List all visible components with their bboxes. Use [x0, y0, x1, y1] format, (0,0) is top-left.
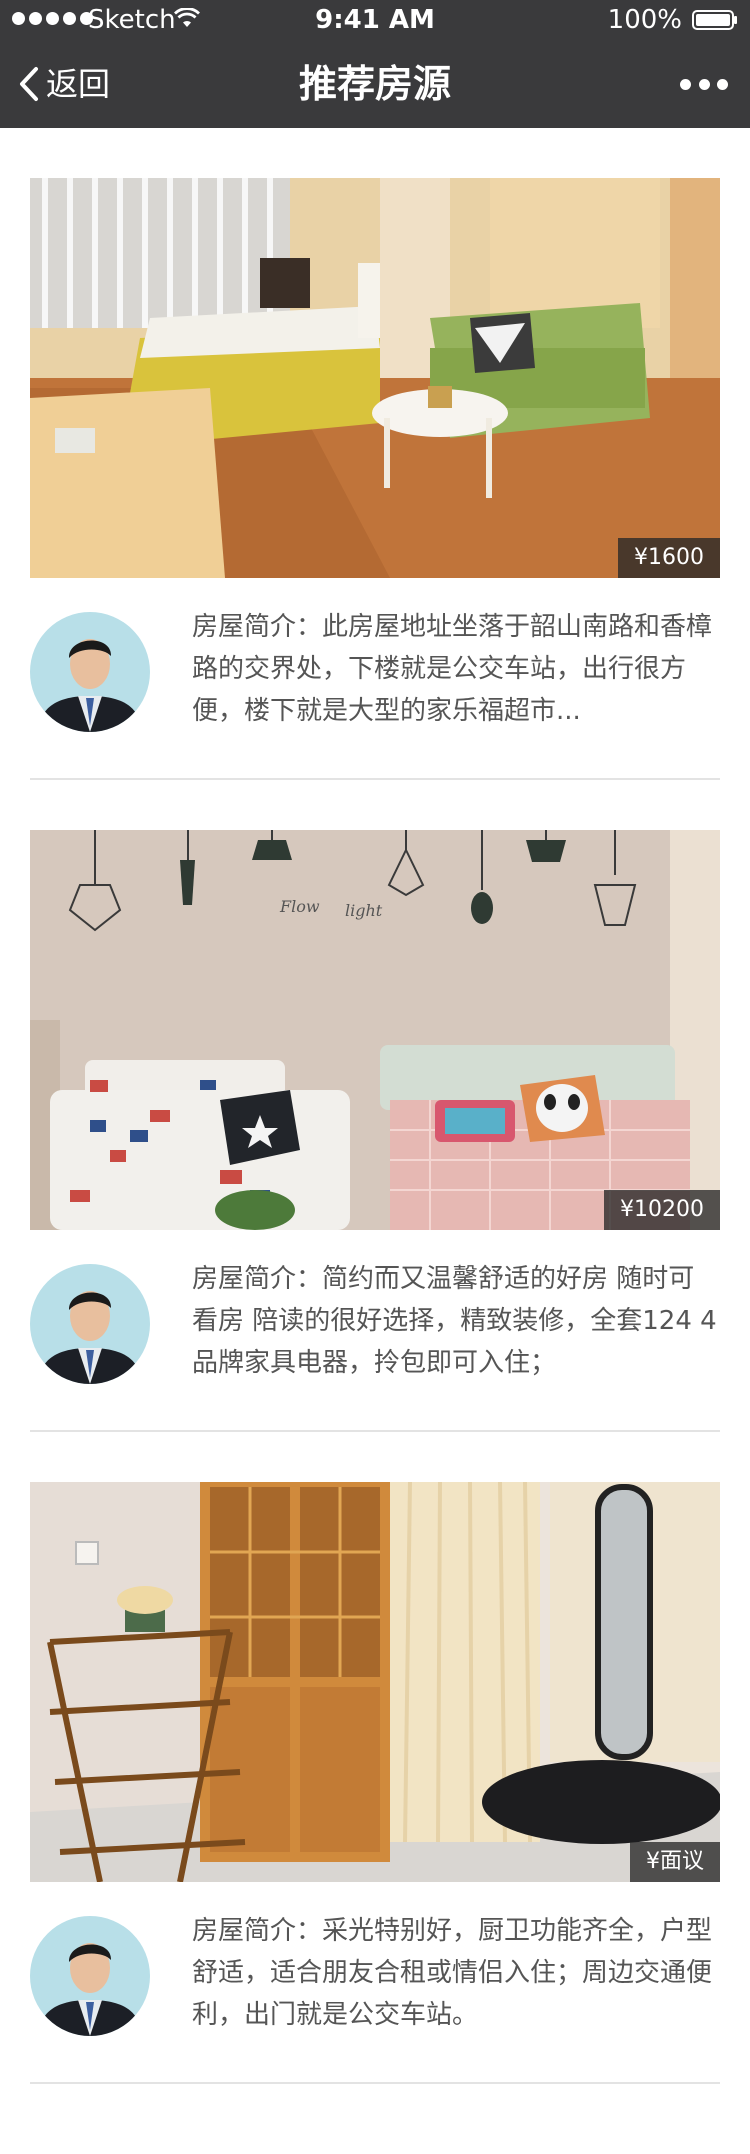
- listing-card[interactable]: Flow light ¥10200 房屋简介：简约而又温馨舒适的好房 随时可看房…: [30, 780, 720, 1432]
- page-title: 推荐房源: [298, 62, 451, 106]
- avatar[interactable]: [30, 1264, 150, 1384]
- room-cabinet-photo-image: [30, 1482, 720, 1882]
- price-tag: ¥1600: [618, 538, 720, 578]
- more-dot-icon: [717, 78, 728, 90]
- agent-avatar-image: [30, 612, 150, 732]
- battery-percentage: 100%: [607, 5, 682, 35]
- svg-text:light: light: [345, 901, 383, 920]
- agent-avatar-image: [30, 1264, 150, 1384]
- svg-text:Flow: Flow: [279, 897, 320, 916]
- price-tag: ¥10200: [604, 1190, 720, 1230]
- living-room-photo-image: Flow light: [30, 830, 720, 1230]
- listing-list: ¥1600 房屋简介：此房屋地址坐落于韶山南路和香樟路的交界处，下楼就是公交车站…: [30, 128, 720, 2084]
- battery-icon: [692, 10, 737, 30]
- listing-photo[interactable]: ¥1600: [30, 178, 720, 578]
- avatar[interactable]: [30, 1916, 150, 2036]
- listing-description[interactable]: 房屋简介：采光特别好，厨卫功能齐全，户型舒适，适合朋友合租或情侣入住；周边交通便…: [192, 1910, 720, 2042]
- divider: [30, 2082, 720, 2084]
- listing-description[interactable]: 房屋简介：此房屋地址坐落于韶山南路和香樟路的交界处，下楼就是公交车站，出行很方便…: [192, 606, 720, 738]
- agent-avatar-image: [30, 1916, 150, 2036]
- price-tag: ¥面议: [630, 1842, 720, 1882]
- top-bar: Sketch 9:41 AM 100% 返回 推荐房源: [0, 0, 750, 128]
- more-dot-icon: [698, 78, 710, 90]
- listing-card[interactable]: ¥1600 房屋简介：此房屋地址坐落于韶山南路和香樟路的交界处，下楼就是公交车站…: [30, 128, 720, 780]
- more-dot-icon: [680, 78, 691, 90]
- listing-photo[interactable]: Flow light ¥10200: [30, 830, 720, 1230]
- listing-card[interactable]: ¥面议 房屋简介：采光特别好，厨卫功能齐全，户型舒适，适合朋友合租或情侣入住；周…: [30, 1432, 720, 2084]
- status-bar: Sketch 9:41 AM 100%: [0, 0, 750, 40]
- listing-photo[interactable]: ¥面议: [30, 1482, 720, 1882]
- navigation-bar: 返回 推荐房源: [0, 40, 750, 128]
- more-options-button[interactable]: [680, 68, 728, 100]
- listing-description[interactable]: 房屋简介：简约而又温馨舒适的好房 随时可看房 陪读的很好选择，精致装修，全套12…: [192, 1258, 720, 1390]
- bedroom-photo-image: [30, 178, 720, 578]
- avatar[interactable]: [30, 612, 150, 732]
